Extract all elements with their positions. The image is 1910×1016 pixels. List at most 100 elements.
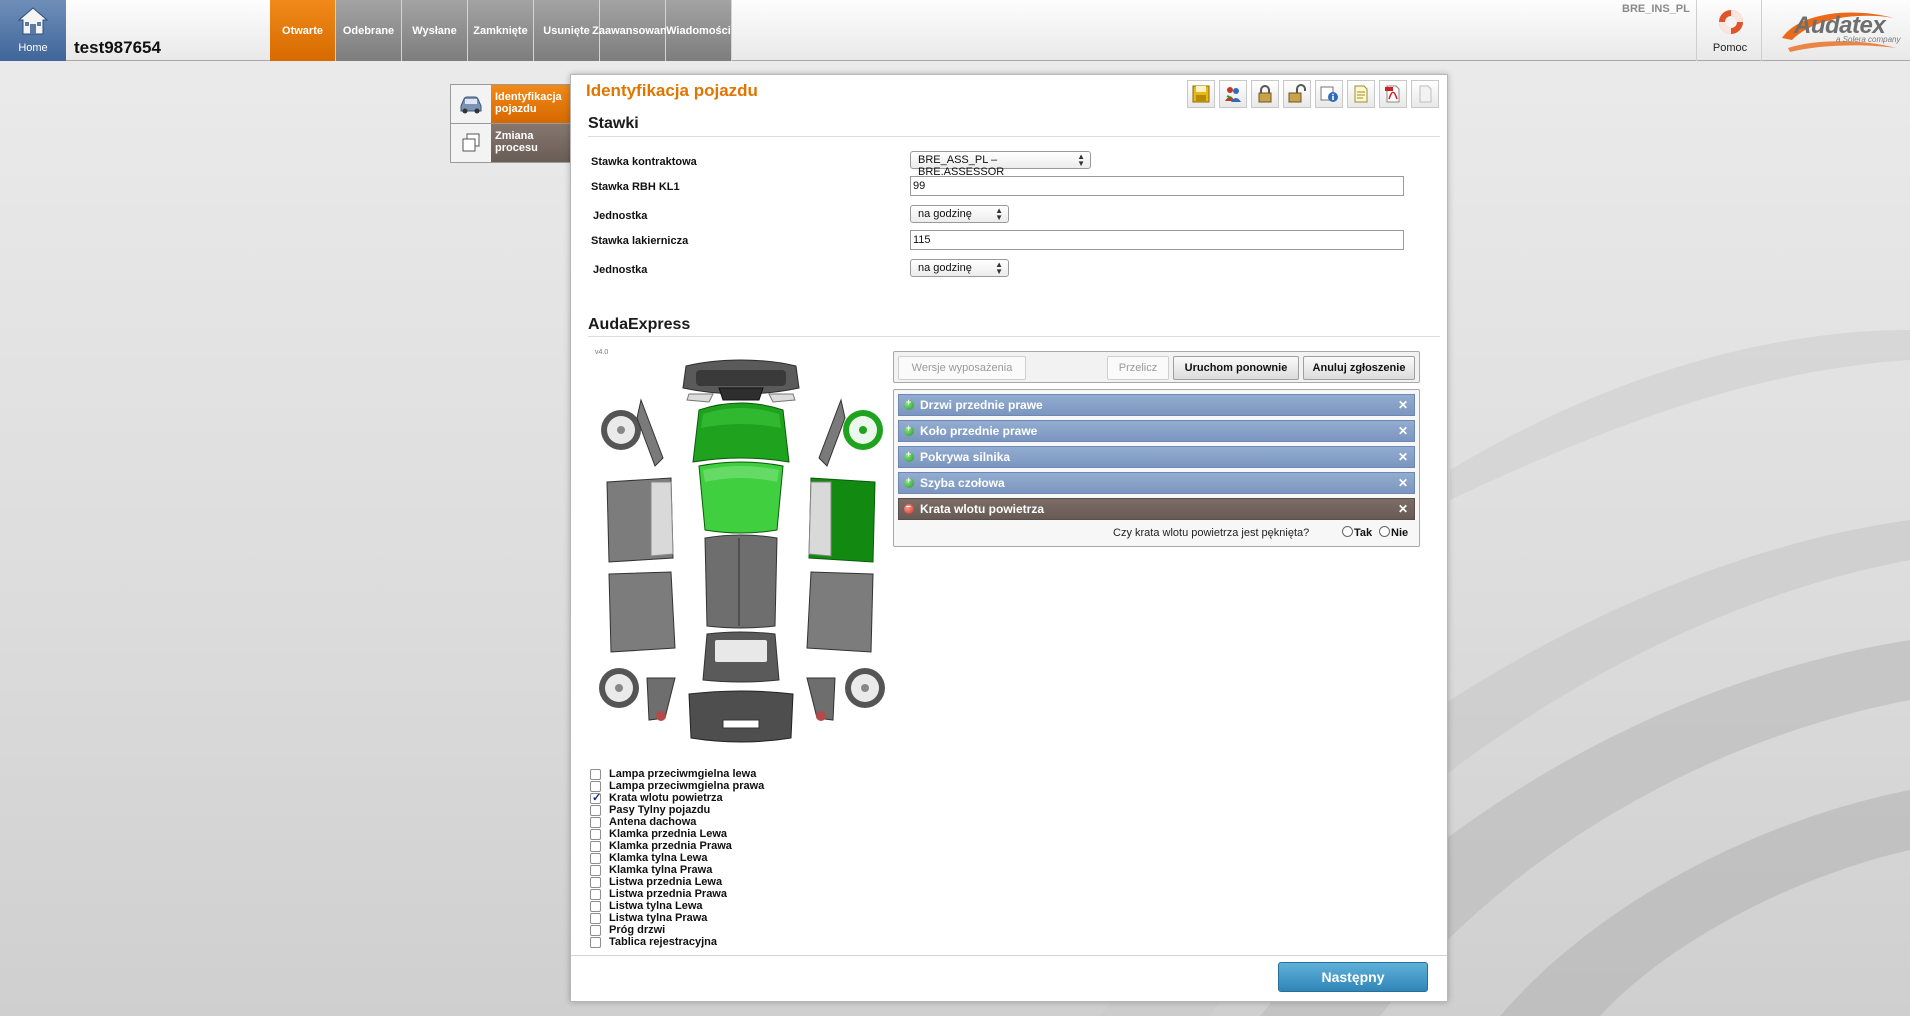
lock-button[interactable] — [1251, 80, 1279, 108]
tab-zamkniete[interactable]: Zamknięte — [468, 0, 534, 61]
checklist-label: Próg drzwi — [609, 924, 666, 936]
tab-odebrane[interactable]: Odebrane — [336, 0, 402, 61]
checklist-label: Listwa przednia Prawa — [609, 888, 727, 900]
part-item-kolo-przednie-prawe[interactable]: Koło przednie prawe ✕ — [898, 420, 1415, 442]
users-button[interactable] — [1219, 80, 1247, 108]
checklist-item: Próg drzwi — [590, 924, 890, 936]
unit1-select[interactable]: na godzinę ▲ ▼ — [910, 205, 1009, 223]
tab-zaawansowane[interactable]: Zaawansowane — [592, 0, 673, 61]
main-panel: Identyfikacja pojazdu Stawki Stawka kont — [570, 74, 1448, 1002]
audaexpress-toolbar: Wersje wyposażenia Przelicz Uruchom pono… — [893, 351, 1420, 383]
checklist-label: Antena dachowa — [609, 816, 697, 828]
tab-usuniete[interactable]: Usunięte — [534, 0, 600, 61]
rbh-rate-input[interactable]: 99 — [910, 176, 1404, 196]
checklist-item: Tablica rejestracyjna — [590, 936, 890, 948]
part-item-szyba-czolowa[interactable]: Szyba czołowa ✕ — [898, 472, 1415, 494]
contract-rate-row: Stawka kontraktowa BRE_ASS_PL – BRE.ASSE… — [591, 151, 1431, 178]
checkbox[interactable] — [590, 889, 601, 900]
unit1-value: na godzinę — [918, 208, 972, 220]
unit2-value: na godzinę — [918, 262, 972, 274]
checklist-item: Listwa tylna Lewa — [590, 900, 890, 912]
rear-right-door-part[interactable] — [806, 571, 874, 653]
step-identyfikacja[interactable]: Identyfikacja pojazdu — [450, 84, 587, 124]
car-icon — [451, 85, 491, 123]
checkbox[interactable] — [590, 817, 601, 828]
checklist-label: Listwa przednia Lewa — [609, 876, 723, 888]
checklist-label: Klamka przednia Lewa — [609, 828, 727, 840]
save-button[interactable] — [1187, 80, 1215, 108]
recalculate-button[interactable]: Przelicz — [1107, 356, 1169, 380]
roof-part[interactable] — [704, 534, 778, 629]
checkbox[interactable] — [590, 901, 601, 912]
help-button[interactable]: Pomoc — [1696, 0, 1762, 61]
checkbox[interactable] — [590, 937, 601, 948]
part-item-krata-wlotu-powietrza[interactable]: Krata wlotu powietrza ✕ — [898, 498, 1415, 520]
checkbox[interactable] — [590, 877, 601, 888]
answer-no-radio[interactable] — [1379, 526, 1390, 537]
blank-page-button[interactable] — [1411, 80, 1439, 108]
checklist-item: Listwa przednia Lewa — [590, 876, 890, 888]
environment-label: BRE_INS_PL — [1622, 3, 1690, 15]
checkbox[interactable] — [590, 829, 601, 840]
tab-wiadomosci[interactable]: Wiadomości — [666, 0, 732, 61]
info-button[interactable] — [1315, 80, 1343, 108]
tab-otwarte[interactable]: Otwarte — [270, 0, 336, 61]
remove-part-icon[interactable]: ✕ — [1398, 398, 1408, 412]
rear-bumper-part[interactable] — [688, 690, 794, 743]
case-id: test987654 — [74, 38, 161, 57]
checkbox[interactable] — [590, 805, 601, 816]
pdf-button[interactable] — [1379, 80, 1407, 108]
help-label: Pomoc — [1712, 42, 1748, 54]
answer-yes-radio[interactable] — [1342, 526, 1353, 537]
rear-right-wheel-part[interactable] — [845, 668, 885, 708]
front-left-wheel-part[interactable] — [601, 410, 641, 450]
unlock-button[interactable] — [1283, 80, 1311, 108]
checklist-item: Krata wlotu powietrza — [590, 791, 890, 804]
part-name: Pokrywa silnika — [920, 450, 1011, 464]
part-item-drzwi-przednie-prawe[interactable]: Drzwi przednie prawe ✕ — [898, 394, 1415, 416]
equipment-versions-button[interactable]: Wersje wyposażenia — [898, 356, 1026, 380]
remove-part-icon[interactable]: ✕ — [1398, 502, 1408, 516]
remove-part-icon[interactable]: ✕ — [1398, 450, 1408, 464]
step-zmiana-procesu[interactable]: Zmiana procesu — [450, 123, 578, 163]
selected-parts-list: Drzwi przednie prawe ✕ Koło przednie pra… — [893, 389, 1420, 547]
part-item-pokrywa-silnika[interactable]: Pokrywa silnika ✕ — [898, 446, 1415, 468]
checkbox[interactable] — [590, 841, 601, 852]
lifebuoy-icon — [1719, 10, 1743, 34]
front-right-fender-part[interactable] — [818, 398, 846, 467]
front-left-fender-part[interactable] — [636, 398, 664, 467]
checkbox[interactable] — [590, 769, 601, 780]
blank-page-icon — [1419, 85, 1432, 103]
restart-button[interactable]: Uruchom ponownie — [1173, 356, 1299, 380]
rear-left-door-part[interactable] — [608, 571, 676, 653]
home-button[interactable]: Home — [0, 0, 66, 61]
contract-rate-select[interactable]: BRE_ASS_PL – BRE.ASSESSOR ▲ ▼ — [910, 151, 1091, 178]
remove-part-icon[interactable]: ✕ — [1398, 424, 1408, 438]
next-button[interactable]: Następny — [1278, 962, 1428, 992]
checklist-item: Listwa tylna Prawa — [590, 912, 890, 924]
checklist-label: Listwa tylna Lewa — [609, 900, 703, 912]
remove-part-icon[interactable]: ✕ — [1398, 476, 1408, 490]
checkbox[interactable] — [590, 791, 601, 804]
car-damage-diagram[interactable] — [591, 358, 891, 758]
part-name: Szyba czołowa — [920, 476, 1005, 490]
checklist-item: Klamka przednia Lewa — [590, 828, 890, 840]
answer-yes-label: Tak — [1354, 527, 1373, 539]
copy-pages-icon — [451, 124, 491, 162]
checkbox[interactable] — [590, 865, 601, 876]
rear-left-wheel-part[interactable] — [599, 668, 639, 708]
tab-wyslane[interactable]: Wysłane — [402, 0, 468, 61]
checkbox[interactable] — [590, 913, 601, 924]
notes-button[interactable] — [1347, 80, 1375, 108]
hood-part[interactable] — [692, 402, 790, 463]
home-icon — [17, 7, 49, 35]
front-right-wheel-part[interactable] — [843, 410, 883, 450]
unit2-select[interactable]: na godzinę ▲ ▼ — [910, 259, 1009, 277]
checklist-label: Klamka przednia Prawa — [609, 840, 732, 852]
checkbox[interactable] — [590, 853, 601, 864]
windscreen-part[interactable] — [698, 461, 784, 534]
paint-rate-input[interactable]: 115 — [910, 230, 1404, 250]
checkbox[interactable] — [590, 925, 601, 936]
cancel-report-button[interactable]: Anuluj zgłoszenie — [1303, 356, 1415, 380]
grille-part[interactable] — [718, 387, 764, 401]
